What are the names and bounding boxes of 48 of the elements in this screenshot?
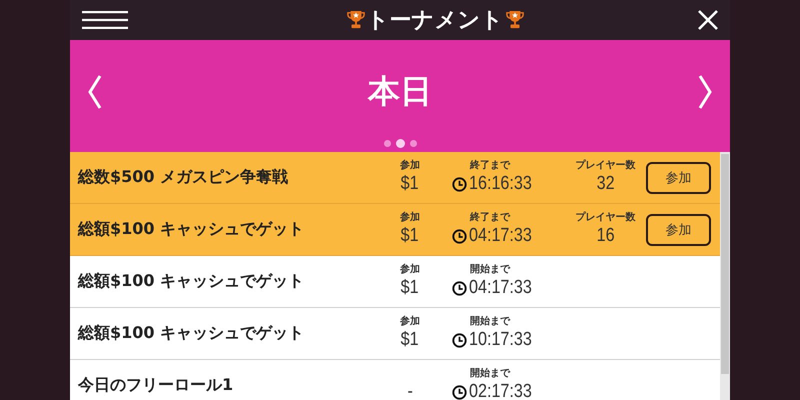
entry-fee: $1: [401, 329, 419, 351]
entry-label: 参加: [400, 158, 420, 171]
clock-icon: [452, 176, 467, 192]
timer-value: 16:16:33: [469, 173, 532, 195]
close-icon[interactable]: [698, 10, 718, 30]
trophy-icon: [346, 10, 364, 30]
timer-value: 10:17:33: [469, 329, 532, 351]
join-button[interactable]: 参加: [646, 162, 711, 194]
menu-icon[interactable]: [82, 11, 128, 29]
tournament-name: 総数$500 メガスピン争奪戦: [76, 167, 290, 188]
timer-label: 終了まで: [470, 158, 510, 171]
page-dot[interactable]: [384, 140, 390, 147]
players-label: プレイヤー数: [576, 158, 636, 171]
trophy-icon: [506, 10, 524, 30]
timer-value: 04:17:33: [469, 225, 532, 247]
timer-label: 終了まで: [470, 210, 510, 223]
scrollbar-thumb[interactable]: [721, 154, 729, 374]
timer-label: 開始まで: [470, 262, 510, 275]
entry-fee: $1: [401, 225, 419, 247]
entry-label: 参加: [400, 314, 420, 327]
scrollbar[interactable]: [720, 152, 730, 400]
clock-icon: [452, 228, 467, 244]
tournament-name: 総額$100 キャッシュでゲット: [76, 219, 306, 240]
entry-label: 参加: [400, 262, 420, 275]
entry-fee: $1: [401, 277, 419, 299]
entry-fee: $1: [401, 173, 419, 195]
banner-title: 本日: [368, 71, 432, 112]
tournament-name: 総額$100 キャッシュでゲット: [76, 271, 306, 292]
entry-fee: -: [407, 381, 413, 400]
players-label: プレイヤー数: [576, 210, 636, 223]
timer-label: 開始まで: [470, 314, 510, 327]
timer-value: 04:17:33: [469, 277, 532, 299]
window-title: トーナメント: [366, 7, 504, 35]
entry-label: 参加: [400, 210, 420, 223]
join-button[interactable]: 参加: [646, 214, 711, 246]
page-dot[interactable]: [396, 139, 404, 148]
clock-icon: [452, 384, 467, 400]
tournament-name: 今日のフリーロール1: [76, 375, 234, 396]
tournament-row[interactable]: 総数$500 メガスピン争奪戦 参加 $1 終了まで 16:16:33 プレイヤー数 32 参加: [70, 152, 720, 204]
tournament-name: 総額$100 キャッシュでゲット: [76, 323, 306, 344]
player-count: 16: [596, 225, 614, 247]
page-dot[interactable]: [410, 140, 416, 147]
player-count: 32: [596, 173, 614, 195]
tournament-row[interactable]: 総額$100 キャッシュでゲット 参加 $1 終了まで 04:17:33 プレイヤー数 16 参加: [70, 204, 720, 256]
timer-label: 開始まで: [470, 366, 510, 379]
clock-icon: [452, 280, 467, 296]
clock-icon: [452, 332, 467, 348]
timer-value: 02:17:33: [469, 381, 532, 400]
